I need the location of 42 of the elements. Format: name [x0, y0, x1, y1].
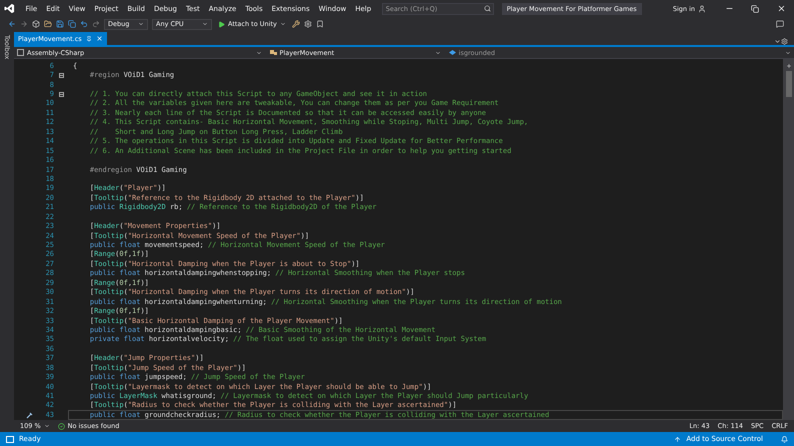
- settings-icon[interactable]: [304, 20, 312, 28]
- undo-icon[interactable]: [80, 20, 88, 28]
- upload-icon[interactable]: [674, 436, 682, 442]
- open-folder-icon[interactable]: [44, 20, 52, 28]
- app-logo: [4, 3, 15, 14]
- status-icon: [6, 436, 14, 442]
- caret-icon: [44, 423, 50, 429]
- tool-icon[interactable]: [292, 20, 300, 28]
- new-project-icon[interactable]: [32, 20, 40, 28]
- bookmark-icon[interactable]: [316, 20, 324, 28]
- dropdown-icon[interactable]: [774, 38, 781, 45]
- field-icon: [448, 49, 456, 56]
- save-icon[interactable]: [56, 20, 64, 28]
- check-icon: [58, 422, 65, 430]
- redo-icon[interactable]: [92, 20, 100, 28]
- quick-action-icon[interactable]: [26, 410, 34, 419]
- restore-icon: [751, 4, 759, 12]
- scrollbar-thumb[interactable]: [786, 71, 792, 97]
- caret-icon: [785, 50, 791, 56]
- notification-icon[interactable]: [781, 436, 788, 442]
- play-icon: [218, 20, 225, 28]
- close-icon: [776, 4, 786, 13]
- caret-icon: [256, 50, 262, 56]
- scrollbar[interactable]: [783, 59, 794, 420]
- back-icon[interactable]: [8, 20, 16, 28]
- search-icon: [484, 4, 491, 12]
- forward-icon[interactable]: [20, 20, 28, 28]
- user-icon[interactable]: [698, 4, 706, 12]
- caret-icon: [434, 50, 441, 56]
- split-icon[interactable]: [786, 63, 792, 69]
- caret-icon: [280, 21, 286, 27]
- feedback-icon[interactable]: [776, 20, 784, 28]
- class-icon: [270, 49, 277, 56]
- save-all-icon[interactable]: [68, 20, 76, 28]
- settings-icon[interactable]: [781, 38, 788, 45]
- pin-icon[interactable]: [86, 36, 92, 42]
- project-icon: [17, 49, 24, 56]
- close-icon[interactable]: [96, 35, 103, 42]
- caret-icon: [202, 21, 208, 27]
- caret-icon: [138, 21, 144, 27]
- collapse-icon[interactable]: [58, 92, 64, 97]
- collapse-icon[interactable]: [58, 72, 64, 78]
